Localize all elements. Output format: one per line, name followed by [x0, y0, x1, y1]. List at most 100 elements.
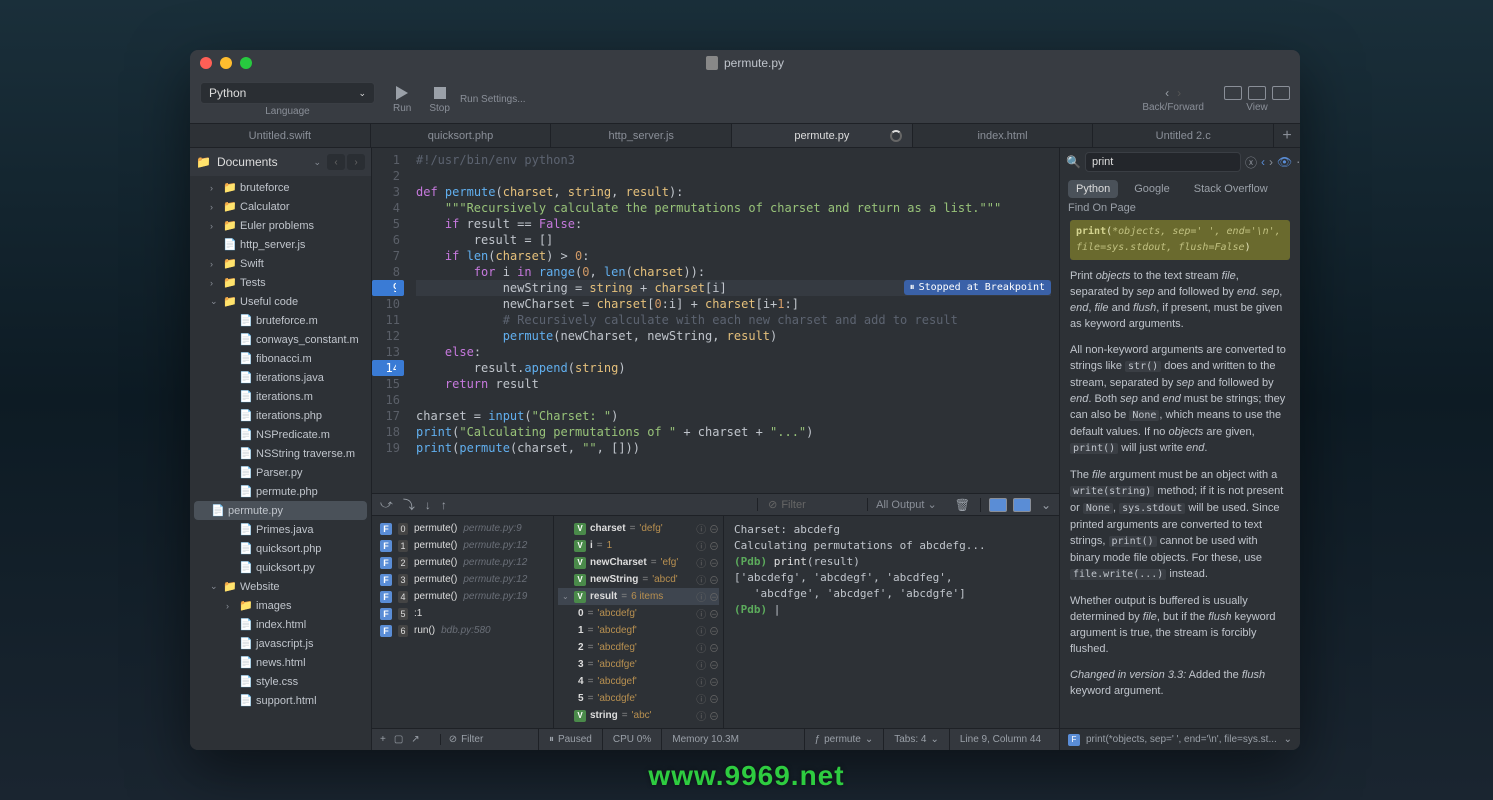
file-style-css[interactable]: 📄style.css	[190, 672, 371, 691]
file-bruteforce-m[interactable]: 📄bruteforce.m	[190, 311, 371, 330]
sidebar-back-button[interactable]: ‹	[327, 154, 345, 170]
code-editor[interactable]: 12345678910111213141516171819 #!/usr/bin…	[372, 148, 1059, 493]
stop-button[interactable]: Stop	[429, 85, 450, 114]
tab-index-html[interactable]: index.html	[913, 124, 1094, 147]
file-NSPredicate-m[interactable]: 📄NSPredicate.m	[190, 425, 371, 444]
variable-row[interactable]: 2 = 'abcdfeg'ⓘ ⊖	[558, 639, 719, 656]
debug-filter-input[interactable]: Filter	[781, 499, 805, 511]
folder-Swift[interactable]: ›📁Swift	[190, 254, 371, 273]
file-index-html[interactable]: 📄index.html	[190, 615, 371, 634]
folder-add-icon[interactable]: ▢	[394, 734, 403, 745]
step-up-icon[interactable]: ↑	[441, 498, 447, 512]
file-iterations-php[interactable]: 📄iterations.php	[190, 406, 371, 425]
stack-frame[interactable]: F3permute() permute.py:12	[376, 571, 549, 588]
status-filter[interactable]: Filter	[461, 734, 483, 745]
step-down-icon[interactable]: ↓	[425, 498, 431, 512]
tab-quicksort-php[interactable]: quicksort.php	[371, 124, 552, 147]
stack-frame[interactable]: F5:1	[376, 605, 549, 622]
file-javascript-js[interactable]: 📄javascript.js	[190, 634, 371, 653]
view-bottom-icon[interactable]	[1248, 86, 1266, 100]
file-iterations-java[interactable]: 📄iterations.java	[190, 368, 371, 387]
export-icon[interactable]: ↗	[411, 734, 419, 745]
variable-row[interactable]: 0 = 'abcdefg'ⓘ ⊖	[558, 605, 719, 622]
prev-icon[interactable]: ‹	[1261, 155, 1265, 169]
find-on-page[interactable]: Find On Page	[1060, 202, 1300, 220]
file-Primes-java[interactable]: 📄Primes.java	[190, 520, 371, 539]
close-button[interactable]	[200, 57, 212, 69]
tab-Untitled-2-c[interactable]: Untitled 2.c	[1093, 124, 1274, 147]
folder-bruteforce[interactable]: ›📁bruteforce	[190, 178, 371, 197]
eye-icon[interactable]: 👁	[1277, 155, 1292, 169]
language-select[interactable]: Python⌄	[200, 82, 375, 104]
stack-frame[interactable]: F1permute() permute.py:12	[376, 537, 549, 554]
split-right-icon[interactable]	[1013, 498, 1031, 512]
variable-row[interactable]: Vi = 1ⓘ ⊖	[558, 537, 719, 554]
variable-row[interactable]: VnewString = 'abcd'ⓘ ⊖	[558, 571, 719, 588]
variable-row[interactable]: 5 = 'abcdgfe'ⓘ ⊖	[558, 690, 719, 707]
new-tab-button[interactable]: +	[1274, 124, 1300, 147]
debug-console[interactable]: Charset: abcdefg Calculating permutation…	[724, 516, 1059, 728]
run-settings-button[interactable]: Run Settings...	[460, 94, 526, 105]
folder-Useful-code[interactable]: ⌄📁Useful code	[190, 292, 371, 311]
step-over-icon[interactable]: ⤻	[380, 497, 393, 512]
doc-tab-python[interactable]: Python	[1068, 180, 1118, 198]
stack-frame[interactable]: F6run() bdb.py:580	[376, 622, 549, 639]
tab-Untitled-swift[interactable]: Untitled.swift	[190, 124, 371, 147]
step-in-icon[interactable]: ⤵	[403, 496, 415, 513]
output-select[interactable]: All Output ⌄	[867, 498, 945, 511]
file-fibonacci-m[interactable]: 📄fibonacci.m	[190, 349, 371, 368]
trash-icon[interactable]: 🗑	[955, 498, 970, 512]
variable-row[interactable]: 3 = 'abcdfge'ⓘ ⊖	[558, 656, 719, 673]
doc-tab-google[interactable]: Google	[1126, 180, 1177, 198]
symbol-select[interactable]: ƒ permute ⌄	[804, 729, 884, 751]
add-button[interactable]: +	[380, 734, 386, 745]
folder-images[interactable]: ›📁images	[190, 596, 371, 615]
chevron-down-icon[interactable]: ⌄	[313, 157, 321, 168]
doc-footer[interactable]: Fprint(*objects, sep=' ', end='\n', file…	[1060, 728, 1300, 750]
maximize-button[interactable]	[240, 57, 252, 69]
variable-row[interactable]: Vcharset = 'defg'ⓘ ⊖	[558, 520, 719, 537]
forward-button[interactable]: ›	[1177, 86, 1181, 100]
folder-Calculator[interactable]: ›📁Calculator	[190, 197, 371, 216]
next-icon[interactable]: ›	[1269, 155, 1273, 169]
file-quicksort-py[interactable]: 📄quicksort.py	[190, 558, 371, 577]
view-right-icon[interactable]	[1272, 86, 1290, 100]
doc-search-input[interactable]	[1085, 152, 1241, 172]
variable-row[interactable]: ⌄Vresult = 6 itemsⓘ ⊖	[558, 588, 719, 605]
run-button[interactable]: Run	[393, 85, 411, 114]
chevron-down-icon[interactable]: ⌄	[1041, 498, 1051, 512]
back-button[interactable]: ‹	[1165, 86, 1169, 100]
doc-tab-stack-overflow[interactable]: Stack Overflow	[1186, 180, 1276, 198]
folder-Tests[interactable]: ›📁Tests	[190, 273, 371, 292]
tabs-select[interactable]: Tabs: 4 ⌄	[883, 729, 949, 751]
file-quicksort-php[interactable]: 📄quicksort.php	[190, 539, 371, 558]
stack-frame[interactable]: F4permute() permute.py:19	[376, 588, 549, 605]
variable-row[interactable]: 1 = 'abcdegf'ⓘ ⊖	[558, 622, 719, 639]
file-news-html[interactable]: 📄news.html	[190, 653, 371, 672]
file-NSString-traverse-m[interactable]: 📄NSString traverse.m	[190, 444, 371, 463]
file-permute-py[interactable]: 📄permute.py	[194, 501, 367, 520]
variable-row[interactable]: VnewCharset = 'efg'ⓘ ⊖	[558, 554, 719, 571]
stack-frame[interactable]: F2permute() permute.py:12	[376, 554, 549, 571]
tab-http_server-js[interactable]: http_server.js	[551, 124, 732, 147]
variable-row[interactable]: 4 = 'abcdgef'ⓘ ⊖	[558, 673, 719, 690]
sidebar-header[interactable]: Documents	[217, 155, 308, 169]
file-Parser-py[interactable]: 📄Parser.py	[190, 463, 371, 482]
minimize-button[interactable]	[220, 57, 232, 69]
tab-permute-py[interactable]: permute.py	[732, 124, 913, 147]
pause-status[interactable]: ⏸ Paused	[538, 729, 602, 751]
view-left-icon[interactable]	[1224, 86, 1242, 100]
sidebar-forward-button[interactable]: ›	[347, 154, 365, 170]
stack-frame[interactable]: F0permute() permute.py:9	[376, 520, 549, 537]
split-left-icon[interactable]	[989, 498, 1007, 512]
file-iterations-m[interactable]: 📄iterations.m	[190, 387, 371, 406]
file-support-html[interactable]: 📄support.html	[190, 691, 371, 710]
variable-row[interactable]: Vstring = 'abc'ⓘ ⊖	[558, 707, 719, 724]
file-permute-php[interactable]: 📄permute.php	[190, 482, 371, 501]
file-http_server-js[interactable]: 📄http_server.js	[190, 235, 371, 254]
folder-Website[interactable]: ⌄📁Website	[190, 577, 371, 596]
folder-Euler-problems[interactable]: ›📁Euler problems	[190, 216, 371, 235]
clear-icon[interactable]: ⓧ	[1245, 154, 1257, 171]
more-icon[interactable]: ⋯	[1296, 155, 1300, 169]
file-conways_constant-m[interactable]: 📄conways_constant.m	[190, 330, 371, 349]
